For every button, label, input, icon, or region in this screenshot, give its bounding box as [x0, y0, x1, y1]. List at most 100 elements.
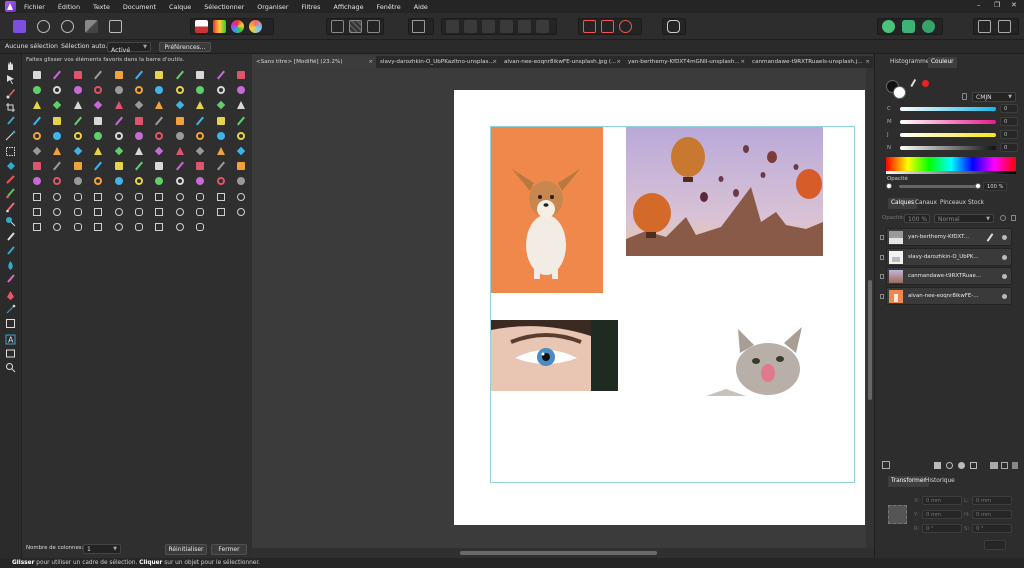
tab-layers[interactable]: Calques [888, 198, 918, 209]
tool-option-icon[interactable] [73, 116, 83, 126]
lock-icon[interactable] [880, 274, 884, 279]
channel-c-slider[interactable] [900, 107, 996, 111]
tool-option-icon[interactable] [93, 161, 103, 171]
tool-option-icon[interactable] [216, 146, 226, 156]
tool-option-icon[interactable] [73, 100, 83, 110]
tool-option-icon[interactable] [114, 85, 124, 95]
tool-option-icon[interactable] [236, 176, 246, 186]
healing-brush-icon[interactable] [5, 246, 16, 257]
layer-fx-icon[interactable] [882, 461, 890, 469]
horizontal-scroll-thumb[interactable] [460, 551, 657, 555]
tool-option-icon[interactable] [175, 85, 185, 95]
tool-option-icon[interactable] [195, 131, 205, 141]
tool-option-icon[interactable] [52, 100, 62, 110]
tool-option-icon[interactable] [114, 207, 124, 217]
tool-option-icon[interactable] [52, 192, 62, 202]
tool-option-icon[interactable] [32, 70, 42, 80]
tool-option-icon[interactable] [216, 176, 226, 186]
tool-option-icon[interactable] [93, 100, 103, 110]
develop-persona-icon[interactable] [61, 20, 74, 33]
layer-row-yan[interactable]: yan-berthemy-KfDXT... [880, 228, 1012, 246]
align-icon[interactable] [518, 20, 531, 33]
channel-n-value[interactable]: 0 [1000, 143, 1018, 152]
tab-transform[interactable]: Transformer [888, 476, 929, 487]
close-window-button[interactable]: ✕ [1011, 1, 1017, 9]
menu-fichier[interactable]: Fichier [24, 3, 45, 11]
opacity-slider[interactable] [899, 185, 979, 188]
tool-option-icon[interactable] [195, 146, 205, 156]
lock-icon[interactable] [880, 235, 884, 240]
paint-mixer-icon[interactable] [5, 188, 16, 199]
layer-visibility-toggle[interactable] [1002, 255, 1007, 260]
tool-option-icon[interactable] [195, 85, 205, 95]
tool-option-icon[interactable] [134, 100, 144, 110]
quick-mask-icon[interactable] [978, 20, 991, 33]
menu-document[interactable]: Document [123, 3, 156, 11]
lock-icon[interactable] [962, 93, 967, 100]
tool-option-icon[interactable] [73, 222, 83, 232]
tool-option-icon[interactable] [114, 146, 124, 156]
tool-option-icon[interactable] [236, 100, 246, 110]
tool-option-icon[interactable] [32, 161, 42, 171]
close-button[interactable]: Fermer [211, 544, 247, 555]
dodge-tool-icon[interactable] [5, 216, 16, 227]
tool-option-icon[interactable] [32, 131, 42, 141]
field-r[interactable]: 0 ° [922, 524, 962, 533]
tab-slavy[interactable]: slavy-darozhkin-O_UbPKazltno-unsplas... × [376, 56, 500, 68]
rotate-icon[interactable] [619, 20, 632, 33]
pen-tool-icon[interactable] [5, 290, 16, 301]
menu-organiser[interactable]: Organiser [257, 3, 288, 11]
paint-brush-tool-icon[interactable] [5, 88, 16, 99]
crop-tool-icon[interactable] [5, 102, 16, 113]
field-s[interactable]: 0 ° [972, 524, 1012, 533]
select-all-icon[interactable] [331, 20, 344, 33]
layer-options-icon[interactable] [970, 462, 977, 469]
tool-option-icon[interactable] [52, 176, 62, 186]
refine-mask-icon[interactable] [998, 20, 1011, 33]
tool-option-icon[interactable] [134, 176, 144, 186]
tool-option-icon[interactable] [216, 161, 226, 171]
tool-option-icon[interactable] [114, 192, 124, 202]
selection-brush-icon[interactable] [5, 116, 16, 127]
liquify-persona-icon[interactable] [37, 20, 50, 33]
tool-option-icon[interactable] [154, 222, 164, 232]
tool-option-icon[interactable] [154, 207, 164, 217]
tool-option-icon[interactable] [134, 207, 144, 217]
layer-row-alvan[interactable]: alvan-nee-eoqnr8ikwFE-... [880, 287, 1012, 305]
app-logo-icon[interactable] [5, 1, 16, 12]
tool-option-icon[interactable] [236, 131, 246, 141]
tool-option-icon[interactable] [114, 70, 124, 80]
auto-color-icon[interactable] [231, 20, 244, 33]
tool-option-icon[interactable] [134, 85, 144, 95]
menu-filtres[interactable]: Filtres [301, 3, 320, 11]
tool-option-icon[interactable] [52, 222, 62, 232]
opacity-value[interactable]: 100 % [983, 182, 1007, 191]
tool-option-icon[interactable] [134, 70, 144, 80]
levels-icon[interactable] [195, 20, 208, 33]
layer-visibility-toggle[interactable] [1002, 274, 1007, 279]
tool-option-icon[interactable] [52, 85, 62, 95]
color-model-dropdown[interactable]: CMJN ▼ [972, 92, 1016, 102]
tool-option-icon[interactable] [175, 222, 185, 232]
tool-option-icon[interactable] [93, 146, 103, 156]
tool-option-icon[interactable] [134, 116, 144, 126]
tool-option-icon[interactable] [216, 100, 226, 110]
tool-option-icon[interactable] [73, 207, 83, 217]
tool-option-icon[interactable] [114, 222, 124, 232]
tool-option-icon[interactable] [73, 176, 83, 186]
tool-option-icon[interactable] [32, 192, 42, 202]
tool-option-icon[interactable] [114, 100, 124, 110]
assistant-icon[interactable] [667, 20, 680, 33]
tab-canmandawe[interactable]: canmandawe-t9RXTRuaeIs-unsplash.j... × [748, 56, 873, 68]
zoom-tool-icon[interactable] [5, 362, 16, 373]
menu-texte[interactable]: Texte [93, 3, 110, 11]
photo-persona-icon[interactable] [13, 20, 26, 33]
arrange-front-icon[interactable] [500, 20, 513, 33]
tab-untitled[interactable]: <Sans titre> [Modifié] (23.2%) × [252, 56, 376, 68]
snapping-icon[interactable] [412, 20, 425, 33]
minimize-button[interactable]: – [977, 1, 981, 9]
menu-fenetre[interactable]: Fenêtre [377, 3, 401, 11]
close-icon[interactable]: × [368, 56, 373, 68]
tool-option-icon[interactable] [93, 85, 103, 95]
tool-option-icon[interactable] [32, 85, 42, 95]
